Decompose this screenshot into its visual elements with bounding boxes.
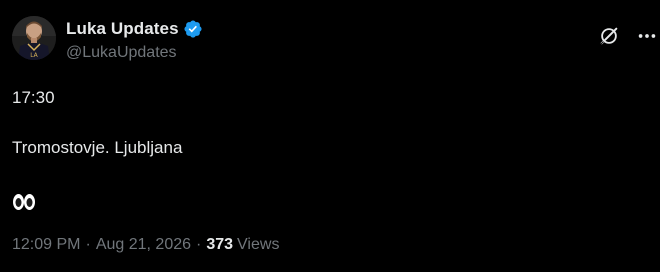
author-names: Luka Updates @LukaUpdates xyxy=(66,19,203,62)
handle[interactable]: @LukaUpdates xyxy=(66,44,203,62)
display-name-row: Luka Updates xyxy=(66,19,203,39)
grok-icon[interactable] xyxy=(596,23,622,49)
tweet-text-line-location: Tromostovje. Ljubljana xyxy=(12,138,183,157)
tweet-meta: 12:09 PM · Aug 21, 2026 · 373 Views xyxy=(12,236,279,254)
verified-badge-icon[interactable] xyxy=(183,19,203,39)
tweet-text-line-emoji xyxy=(12,191,36,213)
avatar[interactable]: LA xyxy=(12,16,56,60)
more-options-icon[interactable] xyxy=(633,22,660,50)
meta-separator: · xyxy=(196,236,202,253)
eyes-emoji xyxy=(12,191,36,213)
tweet: LA Luka Updates @LukaUpdates 17:30 Tromo… xyxy=(0,0,660,272)
svg-text:LA: LA xyxy=(30,52,38,59)
tweet-text-line-time: 17:30 xyxy=(12,88,55,107)
tweet-date[interactable]: Aug 21, 2026 xyxy=(96,236,191,254)
views-count[interactable]: 373 xyxy=(206,236,233,254)
tweet-time[interactable]: 12:09 PM xyxy=(12,236,80,254)
meta-separator: · xyxy=(85,236,91,253)
display-name[interactable]: Luka Updates xyxy=(66,19,179,39)
views-label[interactable]: Views xyxy=(237,236,279,254)
tweet-header: LA Luka Updates @LukaUpdates xyxy=(12,16,656,64)
